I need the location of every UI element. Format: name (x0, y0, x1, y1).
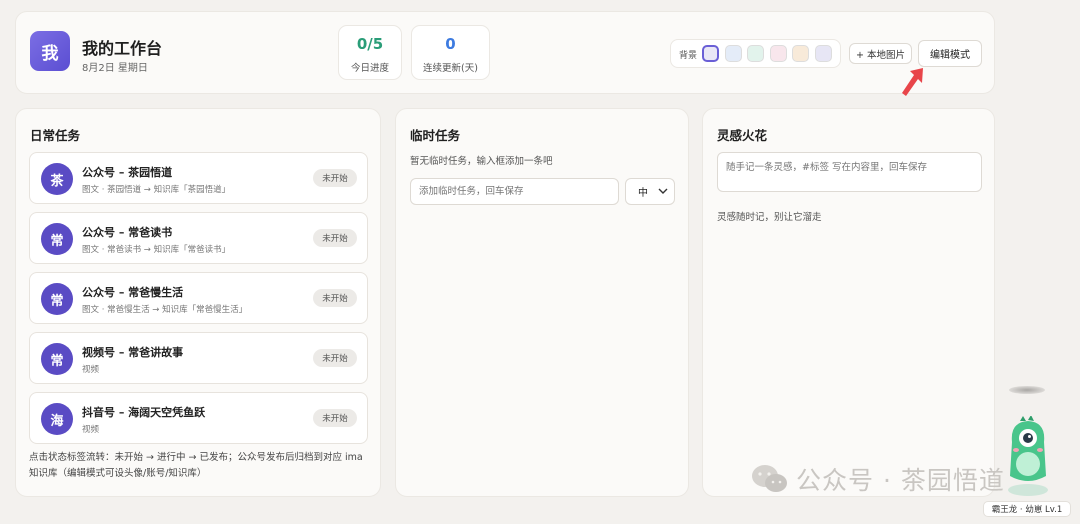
priority-select[interactable]: 中 (625, 178, 675, 205)
task-desc: 图文 · 常爸读书 → 知识库「常爸读书」 (82, 245, 231, 255)
daily-tasks-panel: 日常任务 茶 公众号 – 茶园悟道 图文 · 茶园悟道 → 知识库「茶园悟道」 … (15, 108, 381, 497)
date-label: 8月2日 星期日 (82, 63, 148, 74)
task-name: 公众号 – 茶园悟道 (82, 166, 173, 179)
ideas-title: 灵感火花 (717, 128, 768, 143)
task-avatar: 常 (41, 223, 73, 255)
status-badge[interactable]: 未开始 (313, 169, 357, 187)
task-desc: 图文 · 常爸慢生活 → 知识库「常爸慢生活」 (82, 305, 248, 315)
task-item: 常 公众号 – 常爸慢生活 图文 · 常爸慢生活 → 知识库「常爸慢生活」 未开… (29, 272, 368, 324)
background-label: 背景 (679, 51, 698, 61)
wechat-icon (752, 465, 787, 492)
task-item: 常 公众号 – 常爸读书 图文 · 常爸读书 → 知识库「常爸读书」 未开始 (29, 212, 368, 264)
temp-tasks-empty-hint: 暂无临时任务，输入框添加一条吧 (410, 156, 553, 167)
status-badge[interactable]: 未开始 (313, 289, 357, 307)
bg-swatch-5[interactable] (792, 45, 809, 62)
task-item: 海 抖音号 – 海阔天空凭鱼跃 视频 未开始 (29, 392, 368, 444)
task-avatar: 常 (41, 343, 73, 375)
daily-tasks-title: 日常任务 (30, 128, 81, 143)
dinosaur-mascot-icon[interactable] (998, 416, 1058, 498)
bg-swatch-1[interactable] (702, 45, 719, 62)
task-name: 抖音号 – 海阔天空凭鱼跃 (82, 406, 206, 419)
task-name: 公众号 – 常爸慢生活 (82, 286, 184, 299)
status-badge[interactable]: 未开始 (313, 409, 357, 427)
task-avatar: 茶 (41, 163, 73, 195)
background-picker: 背景 (670, 39, 841, 68)
header-bar: 我 我的工作台 8月2日 星期日 0/5 今日进度 0 连续更新(天) 背景 +… (15, 11, 995, 94)
task-item: 茶 公众号 – 茶园悟道 图文 · 茶园悟道 → 知识库「茶园悟道」 未开始 (29, 152, 368, 204)
task-avatar: 常 (41, 283, 73, 315)
bg-swatch-2[interactable] (725, 45, 742, 62)
priority-value: 中 (638, 188, 648, 199)
pointer-arrow-icon (902, 68, 923, 96)
streak-label: 连续更新(天) (423, 63, 478, 74)
page-title: 我的工作台 (82, 39, 163, 58)
local-image-button[interactable]: + 本地图片 (849, 43, 912, 64)
temp-tasks-title: 临时任务 (410, 128, 461, 143)
bg-swatch-4[interactable] (770, 45, 787, 62)
status-badge[interactable]: 未开始 (313, 229, 357, 247)
ideas-panel: 灵感火花 灵感随时记，别让它溜走 (702, 108, 995, 497)
progress-stat: 0/5 今日进度 (338, 25, 402, 80)
chevron-down-icon (658, 186, 668, 199)
temp-task-input[interactable] (410, 178, 619, 205)
mascot-shadow (1009, 386, 1045, 394)
ideas-hint: 灵感随时记，别让它溜走 (717, 212, 822, 223)
task-avatar: 海 (41, 403, 73, 435)
temp-tasks-panel: 临时任务 暂无临时任务，输入框添加一条吧 中 (395, 108, 689, 497)
task-desc: 图文 · 茶园悟道 → 知识库「茶园悟道」 (82, 185, 231, 195)
watermark-text: 公众号 · 茶园悟道 (796, 466, 1005, 495)
mascot-level-label: 霸王龙 · 幼崽 Lv.1 (983, 501, 1071, 517)
task-desc: 视频 (82, 365, 100, 375)
progress-value: 0/5 (356, 35, 384, 53)
watermark: 公众号 · 茶园悟道 (750, 461, 1005, 497)
progress-label: 今日进度 (350, 63, 389, 74)
idea-input[interactable] (717, 152, 982, 192)
bg-swatch-6[interactable] (815, 45, 832, 62)
task-name: 公众号 – 常爸读书 (82, 226, 173, 239)
workspace-avatar: 我 (30, 31, 70, 71)
streak-stat: 0 连续更新(天) (411, 25, 490, 80)
task-item: 常 视频号 – 常爸讲故事 视频 未开始 (29, 332, 368, 384)
status-badge[interactable]: 未开始 (313, 349, 357, 367)
bg-swatch-3[interactable] (747, 45, 764, 62)
streak-value: 0 (445, 35, 456, 53)
daily-tasks-note: 点击状态标签流转：未开始 → 进行中 → 已发布；公众号发布后归档到对应 ima… (29, 452, 363, 479)
task-name: 视频号 – 常爸讲故事 (82, 346, 184, 359)
task-desc: 视频 (82, 425, 100, 435)
edit-mode-button[interactable]: 编辑模式 (918, 40, 982, 67)
